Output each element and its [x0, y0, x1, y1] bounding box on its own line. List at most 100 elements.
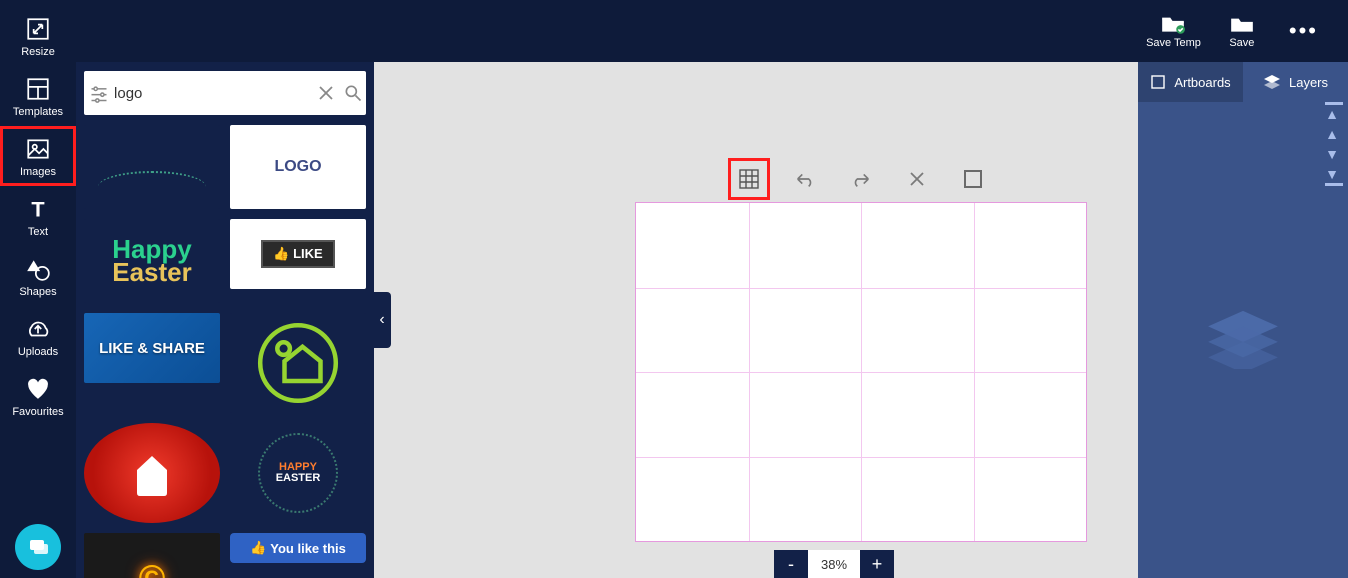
sidebar-label: Uploads [18, 346, 58, 358]
thumb-label: Easter [112, 261, 192, 284]
artboard[interactable] [635, 202, 1087, 542]
templates-icon [25, 76, 51, 102]
x-icon [909, 171, 925, 187]
image-result[interactable]: LOGO [230, 125, 366, 209]
zoom-control: - 38% + [774, 550, 894, 578]
eco-house-icon [253, 318, 343, 408]
search-icon [343, 83, 363, 103]
tab-label: Layers [1289, 75, 1328, 90]
grid-icon [739, 169, 759, 189]
square-icon [964, 170, 982, 188]
x-icon [318, 85, 334, 101]
clear-search-button[interactable] [313, 85, 339, 101]
search-input[interactable] [114, 85, 313, 102]
zoom-value: 38% [821, 557, 847, 572]
right-panel: Artboards Layers [1138, 62, 1348, 578]
right-panel-tabs: Artboards Layers [1138, 62, 1348, 102]
app-root: Save Temp Save ••• Resize Templates Imag… [0, 0, 1348, 578]
thumb-label: © [139, 557, 166, 578]
fab-button[interactable] [15, 524, 61, 570]
image-result[interactable]: © [84, 533, 220, 578]
canvas-toolbar [732, 162, 990, 196]
images-icon [25, 136, 51, 162]
send-backward-button[interactable]: ▼ [1325, 145, 1339, 163]
bring-forward-button[interactable]: ▲ [1325, 125, 1339, 143]
ellipsis-icon: ••• [1289, 18, 1318, 43]
layers-icon [1263, 74, 1281, 90]
sliders-icon [89, 83, 109, 103]
tab-layers[interactable]: Layers [1243, 62, 1348, 102]
image-result[interactable] [230, 313, 366, 413]
sidebar-item-images[interactable]: Images [0, 126, 76, 186]
folder-check-icon [1160, 13, 1186, 35]
sidebar-item-uploads[interactable]: Uploads [0, 306, 76, 366]
tab-artboards[interactable]: Artboards [1138, 62, 1243, 102]
undo-icon [794, 170, 816, 188]
thumb-label: LIKE & SHARE [99, 340, 205, 357]
bring-to-front-button[interactable]: ▲ [1325, 105, 1339, 123]
save-button[interactable]: Save [1229, 13, 1255, 49]
layer-order-controls: ▲ ▲ ▼ ▼ [1320, 105, 1344, 183]
thumb-label: LOGO [274, 158, 321, 176]
search-bar [84, 71, 366, 115]
sidebar-item-favourites[interactable]: Favourites [0, 366, 76, 426]
sidebar-item-templates[interactable]: Templates [0, 66, 76, 126]
thumb-label: You like this [270, 541, 346, 556]
sidebar-label: Shapes [19, 286, 56, 298]
tab-label: Artboards [1174, 75, 1230, 90]
image-result[interactable]: HappyEaster [84, 219, 220, 303]
text-icon: T [25, 196, 51, 222]
left-sidebar: Resize Templates Images T Text Shapes Up… [0, 0, 76, 578]
thumb-label: LIKE [293, 246, 323, 261]
undo-button[interactable] [788, 162, 822, 196]
sidebar-item-text[interactable]: T Text [0, 186, 76, 246]
minus-icon: - [788, 554, 794, 575]
layers-stack-icon [1204, 307, 1282, 374]
top-header: Save Temp Save ••• [76, 0, 1348, 62]
image-result[interactable]: 👍 You like this [230, 533, 366, 563]
sidebar-label: Images [20, 166, 56, 178]
collapse-panel-button[interactable]: ‹ [373, 292, 391, 348]
sidebar-item-resize[interactable]: Resize [0, 6, 76, 66]
house-shape-icon [127, 448, 177, 498]
heart-icon [25, 376, 51, 402]
blank-box-button[interactable] [956, 162, 990, 196]
search-button[interactable] [340, 83, 366, 103]
save-label: Save [1229, 37, 1254, 49]
save-temp-button[interactable]: Save Temp [1146, 13, 1201, 49]
resize-icon [25, 16, 51, 42]
image-result[interactable] [84, 423, 220, 523]
sidebar-label: Templates [13, 106, 63, 118]
redo-button[interactable] [844, 162, 878, 196]
redo-icon [850, 170, 872, 188]
artboards-icon [1150, 74, 1166, 90]
sidebar-label: Resize [21, 46, 55, 58]
save-temp-label: Save Temp [1146, 37, 1201, 49]
image-result[interactable]: LIKE & SHARE [84, 313, 220, 383]
uploads-icon [25, 316, 51, 342]
chevron-left-icon: ‹ [379, 311, 384, 329]
svg-text:T: T [31, 197, 44, 222]
search-options-button[interactable] [84, 83, 114, 103]
image-result[interactable] [84, 125, 220, 209]
image-result[interactable]: HAPPYEASTER [230, 423, 366, 523]
layers-empty-state [1138, 102, 1348, 578]
folder-icon [1229, 13, 1255, 35]
send-to-back-button[interactable]: ▼ [1325, 165, 1339, 183]
thumb-label: EASTER [276, 473, 321, 484]
close-button[interactable] [900, 162, 934, 196]
image-results-grid: LOGO HappyEaster 👍 LIKE LIKE & SHARE HAP… [76, 125, 374, 578]
chat-icon [26, 535, 50, 559]
image-result[interactable]: 👍 LIKE [230, 219, 366, 289]
sidebar-label: Text [28, 226, 48, 238]
zoom-value-input[interactable]: 38% [808, 550, 860, 578]
zoom-in-button[interactable]: + [860, 550, 894, 578]
sidebar-item-shapes[interactable]: Shapes [0, 246, 76, 306]
plus-icon: + [872, 554, 883, 575]
more-menu-button[interactable]: ••• [1283, 18, 1324, 44]
shapes-icon [25, 256, 51, 282]
images-panel: LOGO HappyEaster 👍 LIKE LIKE & SHARE HAP… [76, 62, 374, 578]
zoom-out-button[interactable]: - [774, 550, 808, 578]
grid-toggle-button[interactable] [732, 162, 766, 196]
sidebar-label: Favourites [12, 406, 63, 418]
